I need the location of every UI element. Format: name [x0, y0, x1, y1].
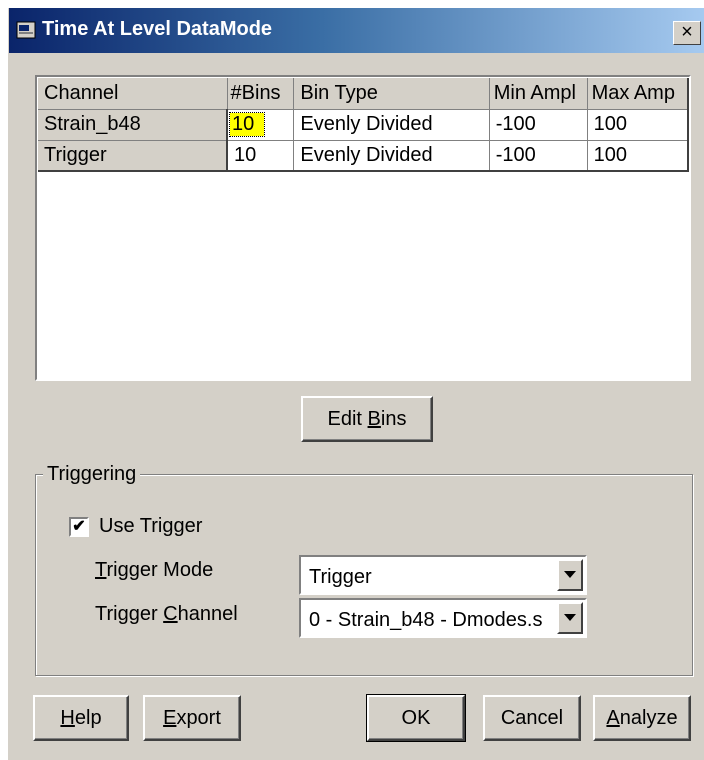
trigger-mode-label-rest: rigger Mode: [106, 559, 214, 581]
trigger-mode-value: Trigger: [309, 566, 372, 588]
help-label-rest: elp: [74, 707, 102, 729]
analyze-button[interactable]: Analyze: [593, 695, 691, 741]
close-button[interactable]: ×: [673, 21, 701, 45]
trigger-channel-select[interactable]: 0 - Strain_b48 - Dmodes.s: [299, 598, 587, 638]
column-header-max-amp[interactable]: Max Amp: [587, 78, 689, 110]
trigger-mode-dropdown-button[interactable]: [557, 559, 583, 591]
row-header-channel[interactable]: Trigger: [38, 140, 229, 172]
trigger-mode-label: Trigger Mode: [95, 559, 213, 582]
chevron-down-icon: [564, 614, 576, 621]
ok-label: OK: [401, 707, 431, 729]
column-header-bin-type[interactable]: Bin Type: [293, 78, 490, 110]
window-title: Time At Level DataMode: [42, 18, 273, 40]
column-header-bins[interactable]: #Bins: [227, 78, 295, 110]
cancel-button[interactable]: Cancel: [483, 695, 581, 741]
close-icon: ×: [681, 21, 693, 43]
edit-bins-button[interactable]: Edit Bins: [301, 396, 433, 442]
analyze-accel: A: [606, 707, 620, 729]
help-accel: H: [60, 707, 75, 729]
row-header-channel[interactable]: Strain_b48: [38, 109, 229, 141]
bin-type-cell[interactable]: Evenly Divided: [293, 140, 490, 172]
channel-table: Channel #Bins Bin Type Min Ampl Max Amp …: [38, 78, 689, 172]
edit-bins-label-pre: Edit: [327, 408, 368, 430]
trigger-channel-label: Trigger Channel: [95, 603, 238, 626]
bins-cell-value: 10: [229, 112, 266, 137]
trigger-channel-label-rest: hannel: [177, 603, 238, 625]
grid-header-row: Channel #Bins Bin Type Min Ampl Max Amp: [38, 78, 689, 110]
edit-bins-label-post: ins: [380, 408, 407, 430]
cancel-label: Cancel: [500, 707, 564, 729]
max-amp-cell[interactable]: 100: [587, 140, 689, 172]
bin-type-cell[interactable]: Evenly Divided: [293, 109, 490, 141]
bins-cell-selected[interactable]: 10: [227, 109, 295, 141]
export-accel: E: [163, 707, 177, 729]
channel-grid[interactable]: Channel #Bins Bin Type Min Ampl Max Amp …: [35, 75, 691, 381]
table-row: Trigger 10 Evenly Divided -100 100: [38, 140, 689, 172]
max-amp-cell[interactable]: 100: [587, 109, 689, 141]
table-row: Strain_b48 10 Evenly Divided -100 100: [38, 109, 689, 141]
use-trigger-checkbox[interactable]: ✔: [69, 517, 89, 537]
bins-cell[interactable]: 10: [227, 140, 295, 172]
column-header-channel[interactable]: Channel: [38, 78, 228, 110]
chevron-down-icon: [564, 571, 576, 578]
trigger-channel-accel: C: [163, 603, 178, 625]
ok-button[interactable]: OK: [366, 694, 466, 742]
triggering-legend: Triggering: [43, 463, 141, 486]
trigger-channel-value: 0 - Strain_b48 - Dmodes.s: [309, 609, 543, 631]
export-button[interactable]: Export: [143, 695, 241, 741]
trigger-channel-dropdown-button[interactable]: [557, 602, 583, 634]
use-trigger-label[interactable]: Use Trigger: [99, 515, 202, 538]
analyze-label-rest: nalyze: [619, 707, 678, 729]
min-ampl-cell[interactable]: -100: [489, 109, 588, 141]
min-ampl-cell[interactable]: -100: [489, 140, 588, 172]
trigger-channel-label-pre: Trigger: [95, 603, 164, 625]
dialog-window: Time At Level DataMode × Channel #Bins B…: [8, 8, 704, 760]
trigger-mode-accel: T: [95, 559, 107, 581]
export-label-rest: xport: [176, 707, 221, 729]
title-bar[interactable]: Time At Level DataMode ×: [9, 8, 704, 53]
trigger-mode-select[interactable]: Trigger: [299, 555, 587, 595]
checkmark-icon: ✔: [72, 518, 86, 535]
edit-bins-accel: B: [367, 408, 381, 430]
app-icon: [16, 21, 36, 39]
column-header-min-ampl[interactable]: Min Ampl: [489, 78, 588, 110]
help-button[interactable]: Help: [33, 695, 129, 741]
